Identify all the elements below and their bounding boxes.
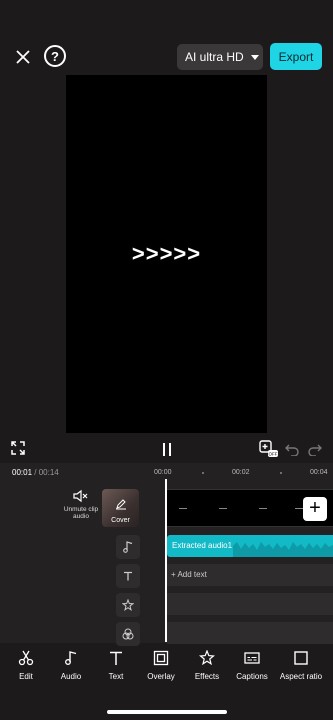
- toolbar-label: Effects: [194, 672, 220, 681]
- preview-text: >>>>>: [131, 241, 202, 266]
- filter-track-icon[interactable]: [116, 622, 140, 646]
- add-text-track[interactable]: + Add text: [167, 564, 333, 586]
- svg-text:OFF: OFF: [269, 452, 278, 457]
- keyframe-off-icon[interactable]: OFF: [259, 440, 279, 458]
- effects-track[interactable]: [167, 593, 333, 615]
- cover-thumbnail[interactable]: Cover: [102, 489, 139, 527]
- scissors-icon: [18, 650, 34, 666]
- aspect-ratio-icon: [294, 651, 308, 665]
- overlay-icon: [153, 650, 169, 666]
- music-note-icon: [65, 651, 77, 665]
- toolbar-text[interactable]: Text: [105, 650, 127, 681]
- toolbar-audio[interactable]: Audio: [58, 650, 84, 681]
- undo-icon[interactable]: [284, 441, 300, 457]
- text-track-icon[interactable]: [116, 564, 140, 588]
- toolbar-captions[interactable]: Captions: [233, 650, 271, 681]
- help-icon[interactable]: ?: [44, 45, 66, 67]
- bottom-toolbar: Edit Audio Text Overlay Effects Captions…: [0, 650, 333, 690]
- toolbar-label: Edit: [19, 672, 33, 681]
- audio-waveform: [233, 542, 333, 557]
- export-button[interactable]: Export: [270, 43, 322, 70]
- pause-icon[interactable]: [160, 441, 174, 457]
- quality-dropdown[interactable]: AI ultra HD: [177, 44, 263, 70]
- time-separator: /: [32, 468, 39, 477]
- cover-label: Cover: [111, 517, 130, 524]
- add-clip-button[interactable]: +: [303, 497, 327, 521]
- home-indicator: [107, 710, 227, 714]
- redo-icon[interactable]: [307, 441, 323, 457]
- ruler-label: 00:02: [232, 469, 250, 476]
- toolbar-label: Overlay: [147, 672, 175, 681]
- ruler-dot: [202, 472, 204, 474]
- clip-dash: [295, 508, 303, 509]
- fullscreen-icon[interactable]: [10, 440, 26, 456]
- pencil-icon: [116, 499, 126, 510]
- quality-label: AI ultra HD: [185, 50, 244, 64]
- text-icon: [110, 651, 122, 665]
- clip-dash: [179, 508, 187, 509]
- total-time: 00:14: [38, 468, 59, 477]
- toolbar-edit[interactable]: Edit: [14, 650, 38, 681]
- toolbar-label: Captions: [236, 672, 268, 681]
- toolbar-overlay[interactable]: Overlay: [144, 650, 178, 681]
- current-time: 00:01: [12, 468, 33, 477]
- toolbar-label: Aspect ratio: [279, 672, 323, 681]
- add-text-label: + Add text: [171, 570, 207, 579]
- ruler-label: 00:04: [310, 469, 328, 476]
- chevron-down-icon: [250, 54, 259, 60]
- top-bar: ? AI ultra HD Export: [0, 40, 333, 74]
- ruler-label: 00:00: [154, 469, 172, 476]
- timecode: 00:01 / 00:14: [12, 468, 59, 477]
- captions-icon: [244, 652, 260, 664]
- effects-track-icon[interactable]: [116, 593, 140, 617]
- ruler-dot: [280, 472, 282, 474]
- playhead[interactable]: [165, 479, 167, 642]
- video-preview[interactable]: >>>>>: [66, 75, 267, 433]
- unmute-label: Unmute clip audio: [63, 506, 99, 521]
- playback-controls: OFF: [0, 440, 333, 460]
- unmute-clip-audio-button[interactable]: Unmute clip audio: [62, 489, 100, 520]
- clip-dash: [259, 508, 267, 509]
- toolbar-effects[interactable]: Effects: [191, 650, 223, 681]
- audio-clip-label: Extracted audio1: [172, 541, 233, 550]
- audio-clip[interactable]: Extracted audio1: [167, 535, 333, 557]
- filter-track[interactable]: [167, 622, 333, 644]
- clip-dash: [219, 508, 227, 509]
- effects-icon: [199, 650, 215, 666]
- close-icon[interactable]: [12, 46, 34, 68]
- audio-track-icon[interactable]: [116, 535, 140, 559]
- toolbar-aspect-ratio[interactable]: Aspect ratio: [276, 650, 326, 681]
- speaker-mute-icon: [73, 489, 88, 503]
- toolbar-label: Text: [108, 672, 124, 681]
- toolbar-label: Audio: [60, 672, 82, 681]
